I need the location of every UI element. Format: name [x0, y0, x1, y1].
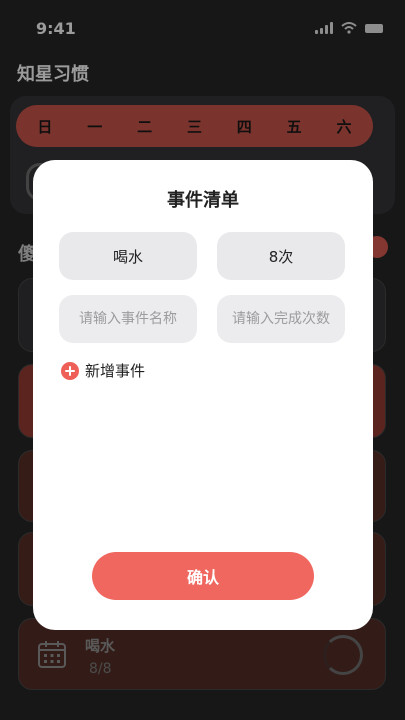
modal-title: 事件清单: [167, 190, 239, 211]
event-name-input[interactable]: [59, 232, 197, 280]
add-event-label: 新增事件: [85, 362, 146, 380]
event-list-modal: 事件清单 新增事件 确认: [33, 160, 373, 630]
add-event-button[interactable]: 新增事件: [61, 360, 145, 381]
event-count-input[interactable]: [217, 232, 345, 280]
new-event-count-input[interactable]: [217, 295, 345, 343]
new-event-name-input[interactable]: [59, 295, 197, 343]
plus-circle-icon: [61, 361, 79, 380]
confirm-button[interactable]: 确认: [92, 552, 314, 600]
